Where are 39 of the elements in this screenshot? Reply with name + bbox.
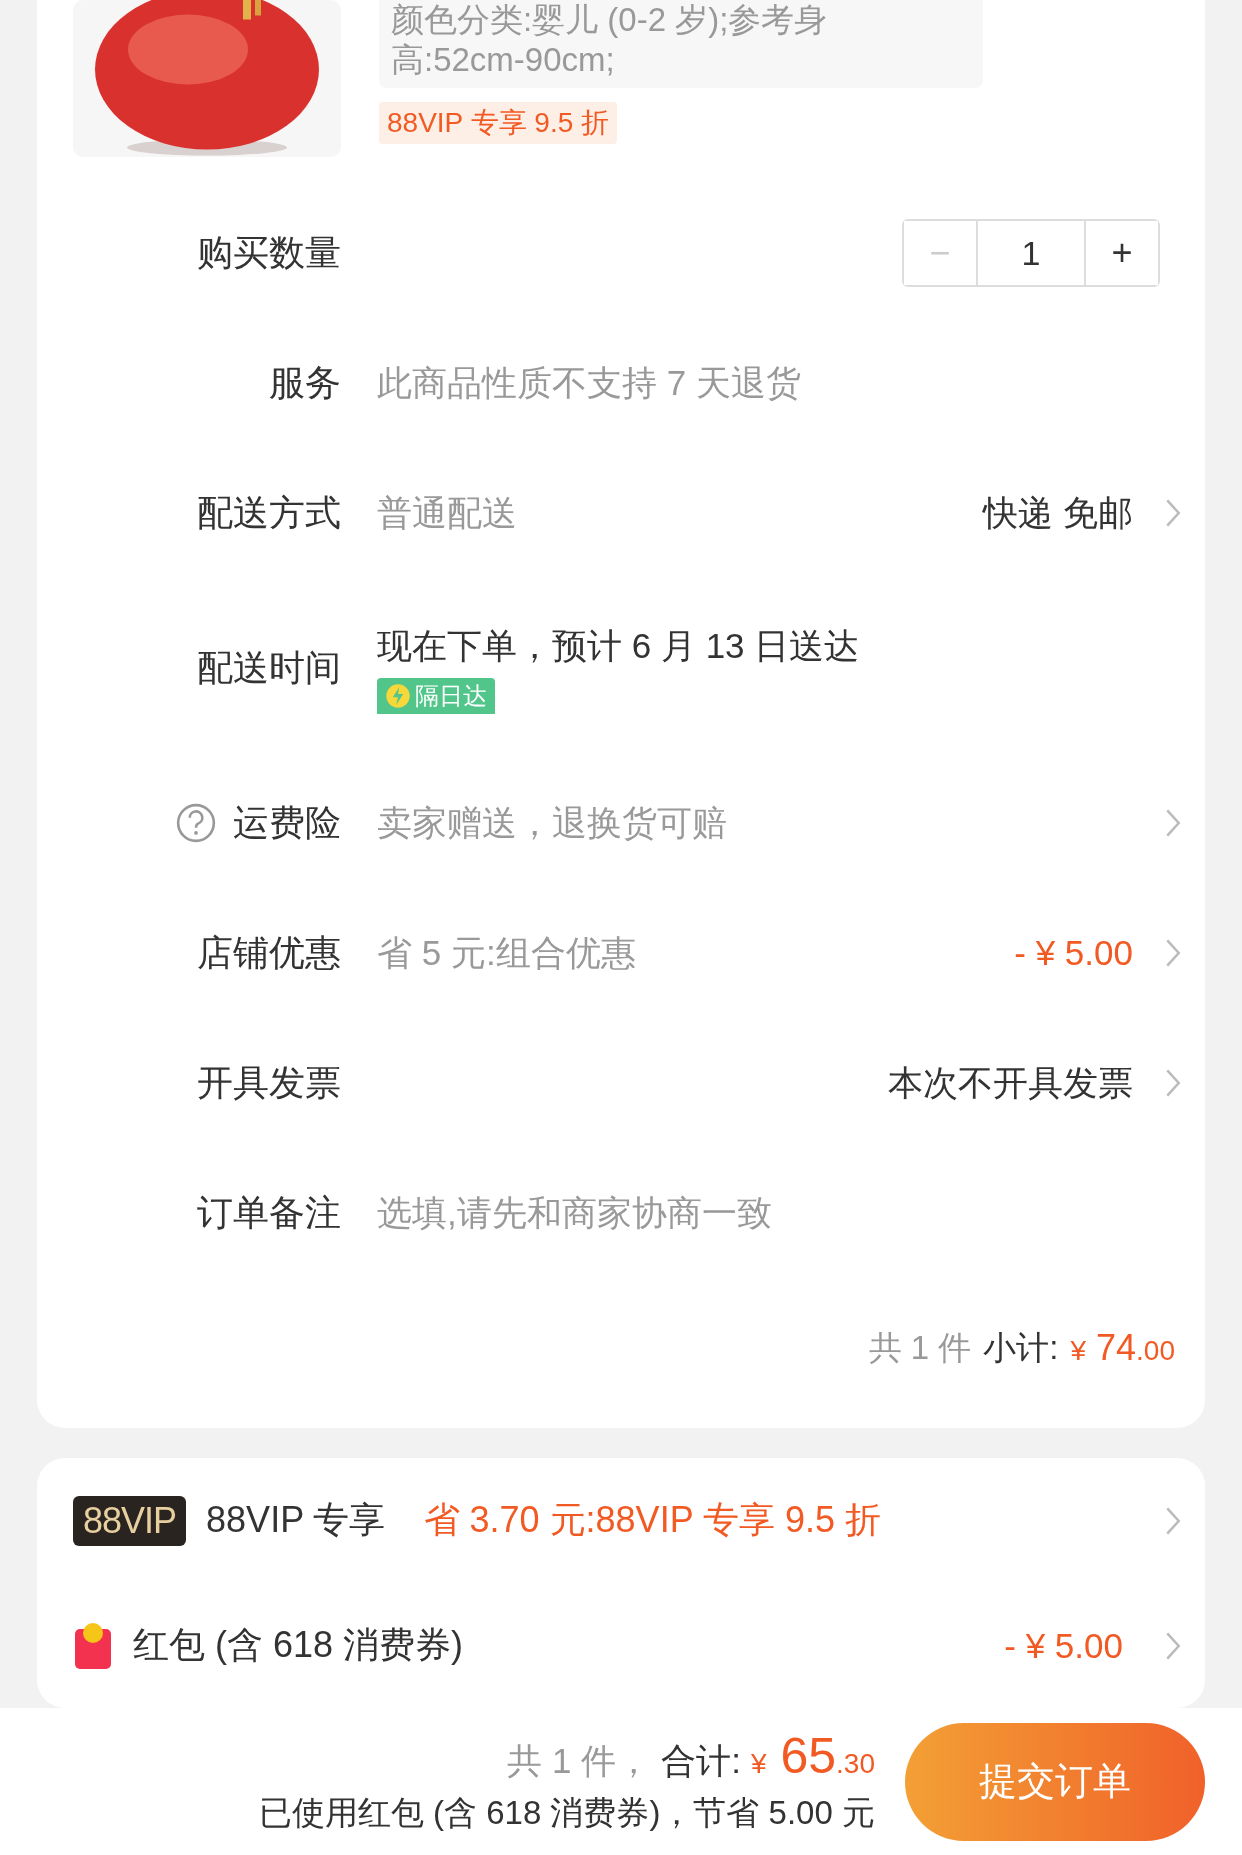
total-price: ¥ 65.30 — [750, 1727, 875, 1785]
row-label: 店铺优惠 — [197, 930, 341, 975]
discount-amount: - ¥ 5.00 — [1014, 933, 1133, 973]
row-label: 配送时间 — [197, 645, 341, 690]
row-label: 订单备注 — [197, 1190, 341, 1235]
row-label: 配送方式 — [197, 490, 341, 535]
row-option: 本次不开具发票 — [888, 1059, 1133, 1107]
benefit-label: 红包 (含 618 消费券) — [133, 1623, 464, 1667]
help-icon[interactable] — [175, 802, 217, 844]
benefit-label: 88VIP 专享 — [206, 1498, 386, 1542]
row-label: 购买数量 — [196, 230, 341, 275]
subtotal-price: ¥ 74.00 — [1070, 1327, 1175, 1369]
row-label: 运费险 — [233, 800, 341, 845]
item-count: 共 1 件 — [868, 1327, 972, 1368]
item-count: 共 1 件， — [507, 1740, 652, 1782]
row-value: 普通配送 — [377, 491, 517, 534]
chevron-icon[interactable] — [1165, 1068, 1181, 1098]
next-day-badge: 隔日达 — [377, 677, 495, 714]
row-value: 省 5 元:组合优惠 — [377, 931, 636, 974]
chevron-icon[interactable] — [1165, 498, 1181, 528]
row-value: 卖家赠送，退换货可赔 — [377, 801, 727, 844]
total-label: 合计: — [661, 1740, 741, 1782]
chevron-icon[interactable] — [1165, 1630, 1181, 1661]
savings-note: 已使用红包 (含 618 消费券)，节省 5.00 元 — [258, 1793, 875, 1833]
subtotal-label: 小计: — [983, 1327, 1059, 1368]
chevron-icon[interactable] — [1165, 1505, 1181, 1536]
row-label: 开具发票 — [197, 1060, 341, 1105]
chevron-icon[interactable] — [1165, 938, 1181, 968]
row-label: 服务 — [269, 360, 341, 405]
row-option: 快递 免邮 — [983, 489, 1133, 537]
delivery-estimate: 现在下单，预计 6 月 13 日送达 — [377, 624, 860, 667]
vip-badge: 88VIP — [73, 1495, 187, 1546]
product-spec: 颜色分类:婴儿 (0-2 岁);参考身 高:52cm-90cm; — [379, 0, 983, 88]
discount-tag: 88VIP 专享 9.5 折 — [379, 102, 618, 144]
benefit-value: 省 3.70 元:88VIP 专享 9.5 折 — [423, 1498, 882, 1542]
discount-amount: - ¥ 5.00 — [1004, 1625, 1123, 1666]
note-field[interactable]: 选填,请先和商家协商一致 — [377, 1193, 977, 1233]
chevron-icon[interactable] — [1165, 808, 1181, 838]
row-value: 此商品性质不支持 7 天退货 — [377, 361, 801, 404]
